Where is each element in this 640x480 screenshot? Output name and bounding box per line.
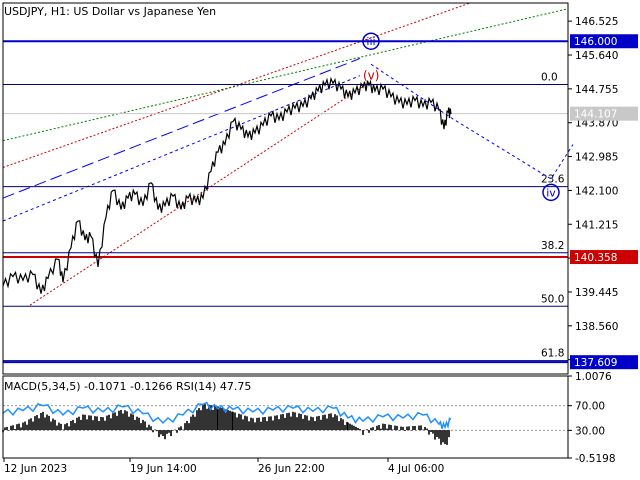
- channel-blue-dashed: [2, 57, 361, 199]
- x-tick-label: 19 Jun 14:00: [130, 463, 197, 475]
- x-tick-label: 12 Jun 2023: [4, 463, 67, 475]
- wave-label: iv: [546, 186, 556, 199]
- indicator-title: MACD(5,34,5) -0.1071 -0.1266 RSI(14) 47.…: [4, 380, 251, 393]
- channel-upper-red: [2, 2, 471, 168]
- sub-y-tick-label: -0.5198: [575, 453, 616, 465]
- sub-y-tick-label: 1.0076: [575, 371, 612, 383]
- chart-root: 0.023.638.250.061.8iii(v)iv 146.525145.6…: [2, 2, 638, 475]
- price-pane: 0.023.638.250.061.8iii(v)iv: [2, 2, 574, 364]
- y-tick-label: 141.215: [575, 219, 618, 231]
- x-tick-label: 26 Jun 22:00: [258, 463, 325, 475]
- fib-label: 38.2: [541, 240, 564, 252]
- channel-lower-red: [29, 82, 369, 306]
- indicator-pane: [2, 401, 568, 445]
- level-badge-label: 140.358: [574, 252, 617, 264]
- y-tick-label: 145.640: [575, 50, 618, 62]
- level-badge-label: 137.609: [574, 357, 617, 369]
- current-price-label: 144.107: [574, 109, 617, 121]
- y-tick-label: 139.445: [575, 287, 618, 299]
- y-tick-label: 142.100: [575, 185, 618, 197]
- sub-y-tick-label: 30.00: [575, 425, 605, 437]
- y-tick-label: 144.755: [575, 84, 618, 96]
- fib-label: 0.0: [541, 71, 558, 83]
- wave-label: (v): [363, 69, 379, 83]
- chart-title: USDJPY, H1: US Dollar vs Japanese Yen: [4, 5, 216, 18]
- wave-label: iii: [366, 35, 375, 48]
- y-tick-label: 138.560: [575, 321, 618, 333]
- sub-y-tick-label: 70.00: [575, 401, 605, 413]
- x-tick-label: 4 Jul 06:00: [388, 463, 444, 475]
- y-tick-label: 142.985: [575, 152, 618, 164]
- level-badge-label: 146.000: [574, 36, 617, 48]
- fib-label: 50.0: [541, 293, 564, 305]
- price-frame: [2, 2, 569, 375]
- y-tick-label: 146.525: [575, 16, 618, 28]
- fib-label: 61.8: [541, 348, 564, 360]
- channel-green: [2, 8, 569, 142]
